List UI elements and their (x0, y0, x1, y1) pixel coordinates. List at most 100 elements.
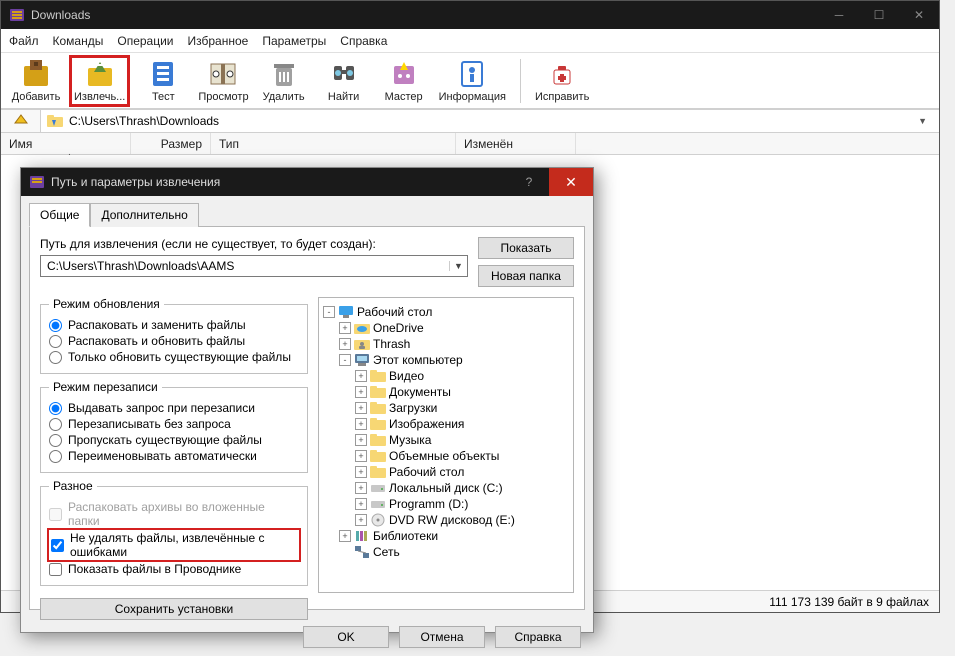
save-settings-button[interactable]: Сохранить установки (40, 598, 308, 620)
menubar: Файл Команды Операции Избранное Параметр… (1, 29, 939, 53)
tree-expander[interactable]: + (355, 370, 367, 382)
tree-expander[interactable]: + (355, 466, 367, 478)
tree-expander[interactable]: + (355, 514, 367, 526)
update-mode-group: Режим обновления Распаковать и заменить … (40, 297, 308, 374)
maximize-button[interactable]: ☐ (859, 1, 899, 29)
up-button[interactable] (1, 110, 41, 132)
tree-node[interactable]: -Этот компьютер (323, 352, 569, 368)
opt-show-in-explorer[interactable]: Показать файлы в Проводнике (49, 561, 299, 577)
tree-node[interactable]: +Музыка (323, 432, 569, 448)
tree-expander[interactable]: + (355, 434, 367, 446)
tree-node[interactable]: + Локальный диск (C:) (323, 480, 569, 496)
tree-label: Локальный диск (C:) (389, 481, 503, 495)
menu-file[interactable]: Файл (9, 34, 39, 48)
cancel-button[interactable]: Отмена (399, 626, 485, 648)
new-folder-button[interactable]: Новая папка (478, 265, 574, 287)
extract-dialog: Путь и параметры извлечения ? ✕ Общие До… (20, 167, 594, 633)
dialog-close-button[interactable]: ✕ (549, 168, 593, 196)
tree-expander[interactable]: + (339, 322, 351, 334)
tree-expander[interactable]: - (339, 354, 351, 366)
menu-favorites[interactable]: Избранное (188, 34, 249, 48)
tree-node[interactable]: Сеть (323, 544, 569, 560)
test-button[interactable]: Тест (136, 55, 190, 107)
tree-label: Изображения (389, 417, 464, 431)
dialog-titlebar: Путь и параметры извлечения ? ✕ (21, 168, 593, 196)
folder-icon (370, 385, 386, 399)
view-label: Просмотр (198, 91, 248, 103)
tree-node[interactable]: +Объемные объекты (323, 448, 569, 464)
minimize-button[interactable]: ─ (819, 1, 859, 29)
folder-icon (370, 369, 386, 383)
show-button[interactable]: Показать (478, 237, 574, 259)
tree-node[interactable]: +DVD RW дисковод (E:) (323, 512, 569, 528)
tree-expander[interactable]: + (355, 450, 367, 462)
opt-extract-nested: Распаковать архивы во вложенные папки (49, 499, 299, 529)
folder-icon (370, 417, 386, 431)
dialog-footer: OK Отмена Справка (21, 618, 593, 656)
tree-expander[interactable]: + (355, 418, 367, 430)
tree-expander[interactable]: + (355, 386, 367, 398)
find-label: Найти (328, 91, 359, 103)
menu-operations[interactable]: Операции (117, 34, 173, 48)
path-combo[interactable]: C:\Users\Thrash\Downloads ▼ (41, 114, 939, 128)
folder-tree[interactable]: -Рабочий стол + OneDrive+Thrash-Этот компь… (318, 297, 574, 593)
info-label: Информация (439, 91, 506, 103)
menu-help[interactable]: Справка (340, 34, 387, 48)
find-button[interactable]: Найти (317, 55, 371, 107)
col-type[interactable]: Тип (211, 133, 456, 154)
tree-expander[interactable]: + (339, 338, 351, 350)
opt-extract-replace[interactable]: Распаковать и заменить файлы (49, 317, 299, 333)
tree-node[interactable]: +Библиотеки (323, 528, 569, 544)
opt-rename[interactable]: Переименовывать автоматически (49, 448, 299, 464)
ok-button[interactable]: OK (303, 626, 389, 648)
disc-icon (370, 513, 386, 527)
tree-expander[interactable]: + (355, 402, 367, 414)
tree-expander[interactable]: + (355, 498, 367, 510)
col-size[interactable]: Размер (131, 133, 211, 154)
dialog-title: Путь и параметры извлечения (51, 175, 220, 189)
close-button[interactable]: ✕ (899, 1, 939, 29)
tab-general[interactable]: Общие (29, 203, 90, 227)
tree-expander[interactable]: + (355, 482, 367, 494)
tree-node[interactable]: +Документы (323, 384, 569, 400)
chevron-down-icon[interactable]: ▼ (449, 261, 467, 271)
tree-node[interactable]: +Programm (D:) (323, 496, 569, 512)
wizard-button[interactable]: Мастер (377, 55, 431, 107)
view-button[interactable]: Просмотр (196, 55, 250, 107)
opt-skip[interactable]: Пропускать существующие файлы (49, 432, 299, 448)
tree-node[interactable]: +Загрузки (323, 400, 569, 416)
col-modified[interactable]: Изменён (456, 133, 576, 154)
tree-node[interactable]: +Рабочий стол (323, 464, 569, 480)
list-header: Имя Размер Тип Изменён (1, 133, 939, 155)
winrar-icon (9, 7, 25, 23)
tree-node[interactable]: +Видео (323, 368, 569, 384)
opt-ask[interactable]: Выдавать запрос при перезаписи (49, 400, 299, 416)
add-button[interactable]: Добавить (9, 55, 63, 107)
tree-node[interactable]: -Рабочий стол (323, 304, 569, 320)
tree-node[interactable]: + Изображения (323, 416, 569, 432)
overwrite-mode-title: Режим перезаписи (49, 380, 162, 394)
tree-node[interactable]: +Thrash (323, 336, 569, 352)
tree-label: Сеть (373, 545, 400, 559)
path-input[interactable]: C:\Users\Thrash\Downloads\AAMS ▼ (40, 255, 468, 277)
tree-expander[interactable]: + (339, 530, 351, 542)
opt-update-only[interactable]: Только обновить существующие файлы (49, 349, 299, 365)
info-button[interactable]: Информация (437, 55, 508, 107)
delete-button[interactable]: Удалить (257, 55, 311, 107)
drive-icon (370, 481, 386, 495)
tree-expander[interactable]: - (323, 306, 335, 318)
tab-advanced[interactable]: Дополнительно (90, 203, 198, 227)
opt-keep-broken[interactable]: Не удалять файлы, извлечённые с ошибками (47, 528, 301, 562)
help-button[interactable]: Справка (495, 626, 581, 648)
pathbar: C:\Users\Thrash\Downloads ▼ (1, 109, 939, 133)
extract-button[interactable]: Извлечь... (69, 55, 130, 107)
dialog-help-button[interactable]: ? (509, 168, 549, 196)
repair-button[interactable]: Исправить (533, 55, 591, 107)
tree-label: OneDrive (373, 321, 424, 335)
opt-extract-update[interactable]: Распаковать и обновить файлы (49, 333, 299, 349)
opt-overwrite-silent[interactable]: Перезаписывать без запроса (49, 416, 299, 432)
tree-node[interactable]: + OneDrive (323, 320, 569, 336)
menu-commands[interactable]: Команды (53, 34, 104, 48)
chevron-down-icon[interactable]: ▼ (918, 116, 933, 126)
menu-options[interactable]: Параметры (262, 34, 326, 48)
